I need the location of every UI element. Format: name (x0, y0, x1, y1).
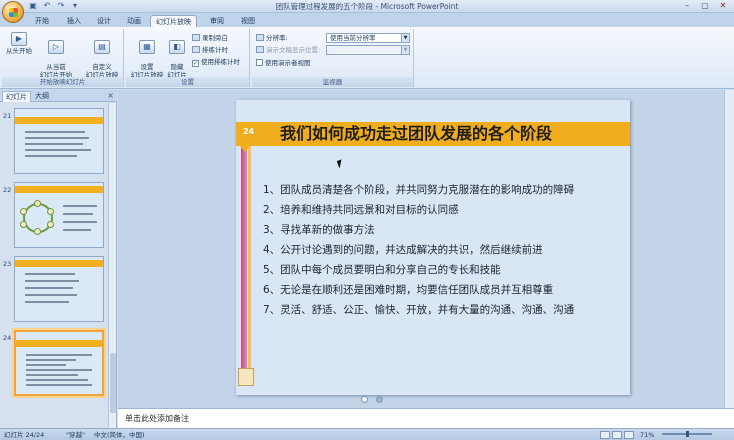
minimize-button[interactable]: – (679, 1, 695, 11)
normal-view-icon[interactable] (600, 431, 610, 439)
hide-slide-icon: ◧ (169, 40, 185, 54)
slide-sorter-icon[interactable] (612, 431, 622, 439)
ribbon-tabs: 开始 插入 设计 动画 幻灯片放映 审阅 视图 (0, 13, 734, 27)
from-current-slide-button[interactable]: ▷ 从当前 幻灯片开始 (38, 32, 74, 79)
chevron-down-icon: ▼ (401, 34, 409, 42)
slide-nav-dots (361, 396, 383, 403)
record-narration-button[interactable]: 录制旁白 (192, 34, 228, 42)
language[interactable]: 中文(简体，中国) (94, 430, 145, 440)
presenter-view-checkbox[interactable]: 使用演示者视图 (256, 59, 311, 67)
chevron-down-icon: ▼ (401, 46, 409, 54)
group-label: 设置 (126, 77, 249, 87)
current-slide[interactable]: 24 我们如何成功走过团队发展的各个阶段 1、团队成员清楚各个阶段，并共同努力克… (236, 100, 630, 395)
tab-animations[interactable]: 动画 (122, 15, 146, 27)
tab-slide-show[interactable]: 幻灯片放映 (150, 15, 197, 27)
slideshow-current-icon: ▷ (48, 40, 64, 54)
maximize-button[interactable]: ▢ (697, 1, 713, 11)
close-pane-icon[interactable]: × (107, 91, 114, 101)
group-start-slide-show: ▶ 从头开始 ▷ 从当前 幻灯片开始 ▤ 自定义 幻灯片放映 开始放映幻灯片 (2, 29, 124, 87)
theme-name: "穿越" (66, 431, 85, 439)
hide-slide-button[interactable]: ◧ 隐藏 幻灯片 (164, 32, 190, 79)
group-label: 监视器 (252, 77, 413, 87)
show-on-dropdown[interactable]: ▼ (326, 45, 410, 55)
office-button[interactable] (2, 1, 24, 23)
setup-slide-show-button[interactable]: ▦ 设置 幻灯片放映 (128, 32, 166, 79)
list-item: 6、无论是在顺利还是困难时期，均要信任团队成员并互相尊重 (263, 284, 554, 296)
slide-thumbnail-21[interactable] (14, 108, 104, 174)
list-item: 7、灵活、舒适、公正、愉快、开放，并有大量的沟通、沟通、沟通 (263, 304, 575, 316)
pane-tabs: 幻灯片 大纲 × (0, 90, 117, 102)
tab-view[interactable]: 视图 (236, 15, 260, 27)
pane-scrollbar[interactable] (108, 103, 116, 428)
custom-slide-show-button[interactable]: ▤ 自定义 幻灯片放映 (82, 32, 122, 79)
slide-number: 24 (243, 127, 255, 136)
display-icon (256, 46, 264, 53)
list-item: 5、团队中每个成员要明白和分享自己的专长和技能 (263, 264, 501, 276)
group-setup: ▦ 设置 幻灯片放映 ◧ 隐藏 幻灯片 录制旁白 排练计时 ✓ 使用排练计时 设置 (126, 29, 250, 87)
tab-outline[interactable]: 大纲 (32, 91, 52, 102)
tab-review[interactable]: 审阅 (205, 15, 229, 27)
zoom-level[interactable]: 71% (640, 430, 654, 440)
decorative-bar (248, 146, 251, 386)
slide-count: 幻灯片 24/24 (4, 431, 45, 439)
list-item: 4、公开讨论遇到的问题，并达成解决的共识，然后继续前进 (263, 244, 543, 256)
slide-show-view-icon[interactable] (624, 431, 634, 439)
thumbnail-number: 23 (3, 260, 12, 268)
decorative-arrow (238, 368, 254, 386)
slide-thumbnail-24[interactable] (14, 330, 104, 396)
group-label: 开始放映幻灯片 (2, 77, 123, 87)
slide-thumbnail-23[interactable] (14, 256, 104, 322)
notes-pane[interactable]: 单击此处添加备注 (118, 408, 734, 428)
main-scrollbar[interactable] (724, 90, 734, 408)
notes-placeholder: 单击此处添加备注 (125, 414, 189, 423)
thumbnail-number: 21 (3, 112, 12, 120)
custom-show-icon: ▤ (94, 40, 110, 54)
thumbnail-number: 22 (3, 186, 12, 194)
checkmark-icon: ✓ (192, 60, 199, 67)
list-item: 1、团队成员清楚各个阶段，并共同努力克服潜在的影响成功的障碍 (263, 184, 575, 196)
window-controls: – ▢ ✕ (679, 1, 731, 11)
from-beginning-button[interactable]: ▶ 从头开始 (4, 32, 34, 55)
tab-slides[interactable]: 幻灯片 (2, 91, 31, 102)
list-item: 3、寻找革新的做事方法 (263, 224, 375, 236)
slide-thumbnail-22[interactable] (14, 182, 104, 248)
ribbon: ▶ 从头开始 ▷ 从当前 幻灯片开始 ▤ 自定义 幻灯片放映 开始放映幻灯片 ▦… (0, 27, 734, 89)
use-timings-checkbox[interactable]: ✓ 使用排练计时 (192, 58, 240, 67)
decorative-chevron (240, 146, 250, 152)
tab-insert[interactable]: 插入 (62, 15, 86, 27)
close-button[interactable]: ✕ (715, 1, 731, 11)
slides-pane: 幻灯片 大纲 × 21 22 23 24 (0, 90, 117, 428)
timer-icon (192, 46, 200, 53)
nav-dot[interactable] (361, 396, 368, 403)
window-title: 团队管理过程发展的五个阶段 - Microsoft PowerPoint (275, 2, 459, 11)
checkbox-icon (256, 59, 263, 66)
slide-title[interactable]: 我们如何成功走过团队发展的各个阶段 (280, 123, 620, 145)
nav-dot[interactable] (376, 396, 383, 403)
setup-icon: ▦ (139, 40, 155, 54)
group-monitors: 分辨率: 使用当前分辨率 ▼ 演示文稿显示位置: ▼ 使用演示者视图 监视器 (252, 29, 414, 87)
scroll-thumb[interactable] (110, 353, 116, 413)
slide-edit-area: 24 我们如何成功走过团队发展的各个阶段 1、团队成员清楚各个阶段，并共同努力克… (118, 90, 734, 408)
rehearse-timings-button[interactable]: 排练计时 (192, 46, 228, 54)
zoom-slider-knob[interactable] (686, 431, 689, 437)
view-buttons (600, 431, 634, 439)
show-on-label: 演示文稿显示位置: (256, 46, 320, 54)
decorative-bar (241, 146, 247, 386)
microphone-icon (192, 34, 200, 41)
resolution-label: 分辨率: (256, 34, 288, 42)
monitor-icon (256, 34, 264, 41)
resolution-dropdown[interactable]: 使用当前分辨率 ▼ (326, 33, 410, 43)
list-item: 2、培养和维持共同远景和对目标的认同感 (263, 204, 459, 216)
slide-body-list[interactable]: 1、团队成员清楚各个阶段，并共同努力克服潜在的影响成功的障碍 2、培养和维持共同… (263, 180, 623, 320)
slideshow-play-icon: ▶ (11, 32, 27, 46)
office-logo-icon (9, 8, 18, 17)
title-bar: ▣ ↶ ↷ ▾ 团队管理过程发展的五个阶段 - Microsoft PowerP… (0, 0, 734, 23)
tab-design[interactable]: 设计 (92, 15, 116, 27)
thumbnail-number: 24 (3, 334, 12, 342)
team-wheel-icon (20, 200, 54, 235)
tab-home[interactable]: 开始 (30, 15, 54, 27)
status-bar: 幻灯片 24/24 "穿越" 中文(简体，中国) 71% (0, 428, 734, 440)
